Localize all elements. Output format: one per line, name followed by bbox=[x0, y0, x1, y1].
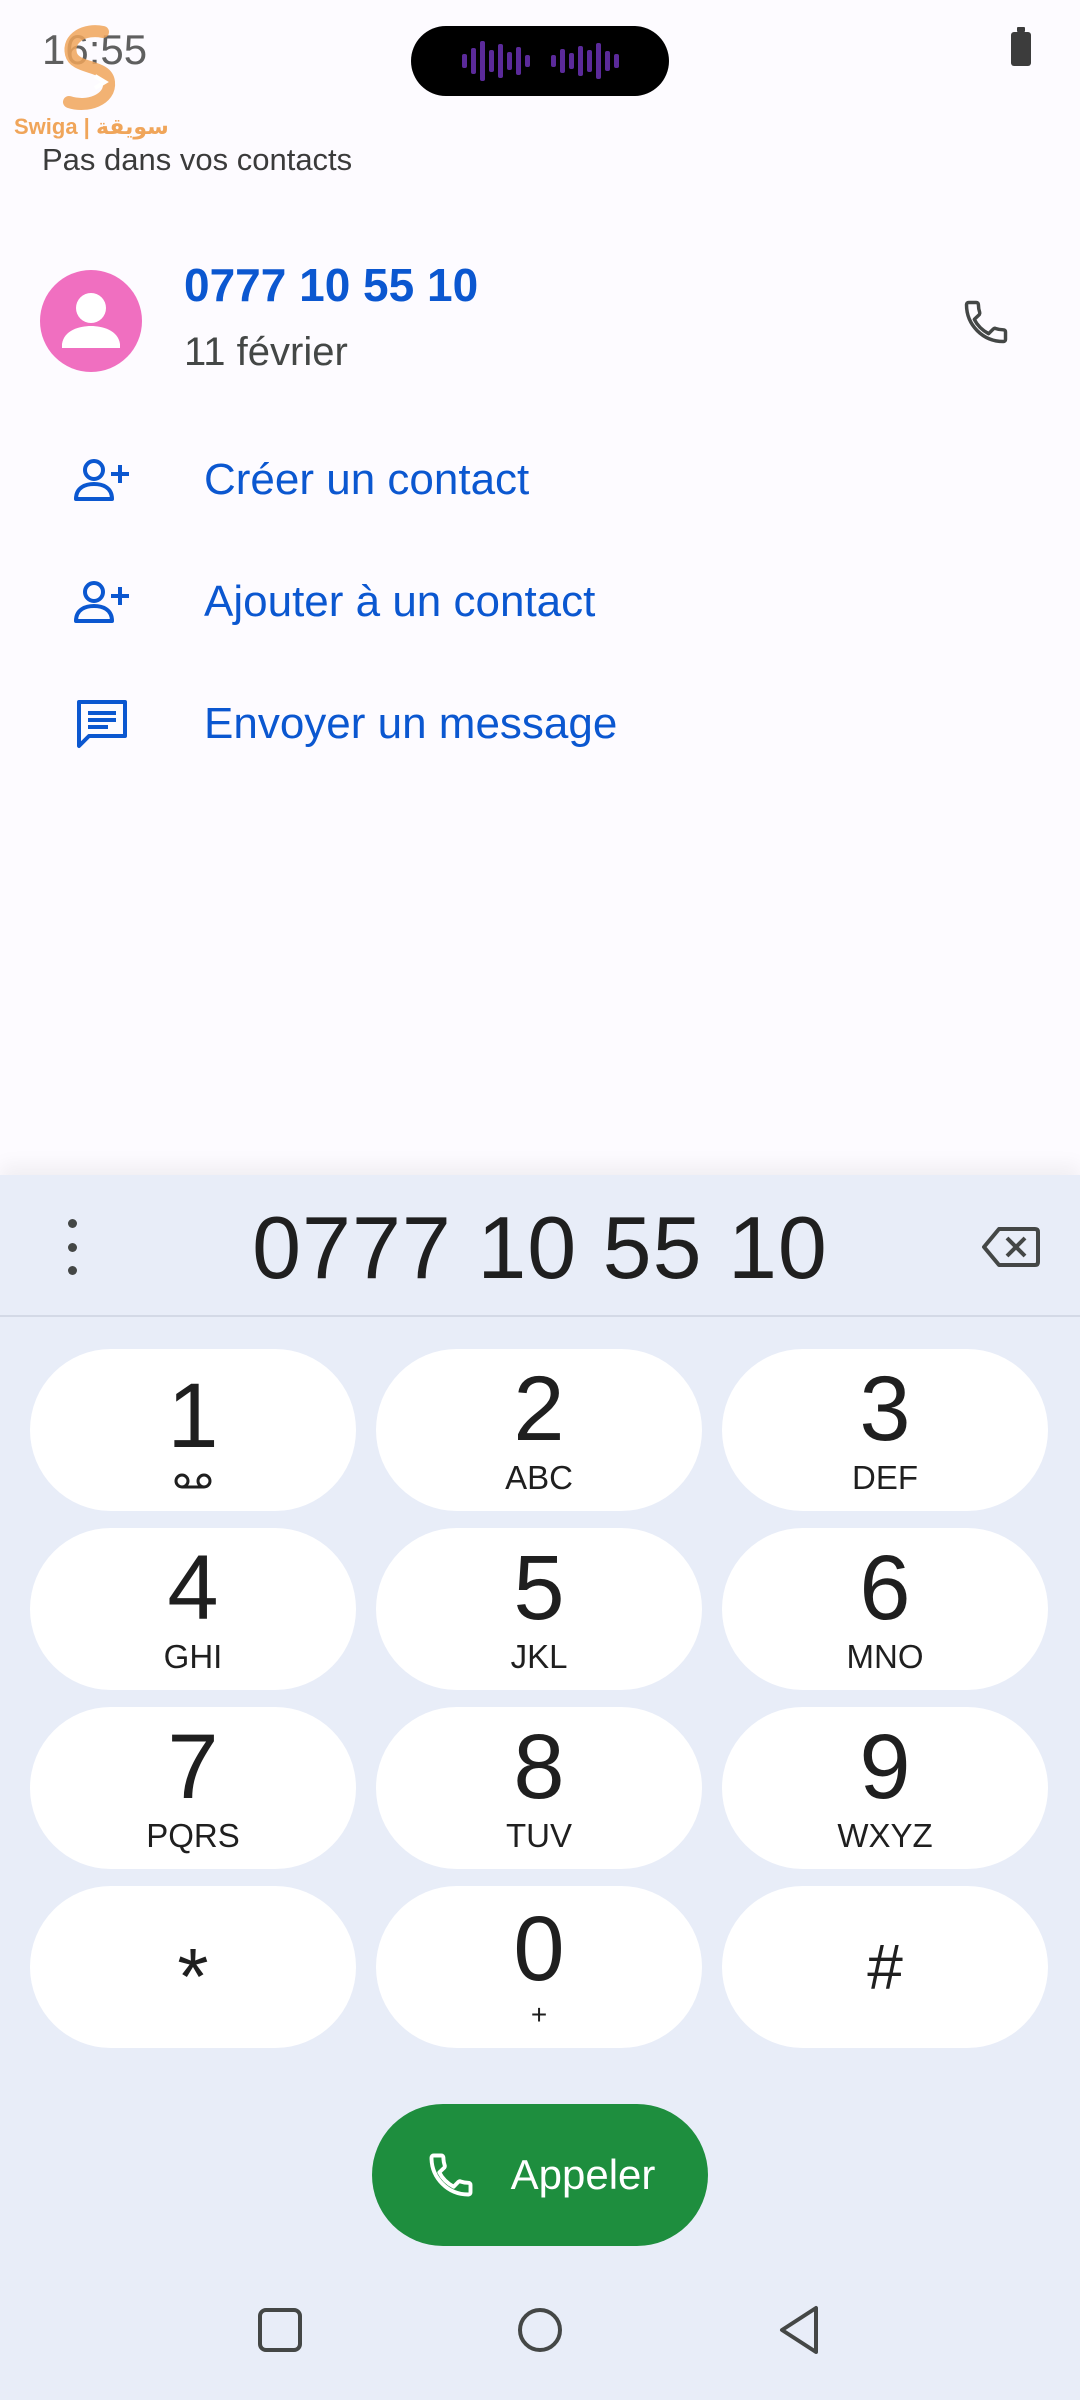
call-date: 11 février bbox=[184, 330, 348, 374]
key-star[interactable]: * bbox=[30, 1886, 356, 2048]
key-digit: * bbox=[177, 1932, 209, 2021]
audio-wave-icon bbox=[461, 41, 530, 81]
backspace-button[interactable] bbox=[976, 1217, 1046, 1277]
key-2[interactable]: 2 ABC bbox=[376, 1349, 702, 1511]
dialed-number[interactable]: 0777 10 55 10 bbox=[180, 1197, 900, 1299]
person-add-icon bbox=[70, 570, 134, 634]
dialpad: 0777 10 55 10 1 2 ABC 3 DEF 4 GHI 5 JKL … bbox=[0, 1175, 1080, 2400]
battery-icon bbox=[1011, 27, 1031, 66]
key-letters: DEF bbox=[852, 1459, 918, 1496]
key-digit: 5 bbox=[513, 1537, 565, 1639]
voicemail-icon bbox=[174, 1473, 212, 1489]
watermark-logo bbox=[63, 25, 115, 110]
back-triangle-icon bbox=[780, 2306, 818, 2354]
key-4[interactable]: 4 GHI bbox=[30, 1528, 356, 1690]
phone-icon bbox=[429, 2153, 473, 2197]
key-letters: ABC bbox=[505, 1459, 573, 1496]
create-contact-label: Créer un contact bbox=[204, 455, 530, 504]
key-6[interactable]: 6 MNO bbox=[722, 1528, 1048, 1690]
more-options-button[interactable] bbox=[52, 1219, 92, 1275]
key-digit: 9 bbox=[859, 1716, 911, 1818]
key-3[interactable]: 3 DEF bbox=[722, 1349, 1048, 1511]
contact-number: 0777 10 55 10 bbox=[184, 259, 479, 311]
key-letters: TUV bbox=[506, 1817, 572, 1854]
key-digit: 2 bbox=[513, 1358, 565, 1460]
audio-wave-icon bbox=[550, 43, 619, 79]
home-button[interactable] bbox=[510, 2300, 570, 2360]
key-letters: JKL bbox=[510, 1638, 568, 1675]
dialed-number-row: 0777 10 55 10 bbox=[0, 1175, 1080, 1317]
call-button[interactable]: Appeler bbox=[372, 2104, 708, 2246]
key-letters: WXYZ bbox=[837, 1817, 933, 1854]
add-to-contact-label: Ajouter à un contact bbox=[204, 577, 596, 626]
navigation-bar bbox=[0, 2290, 1080, 2390]
dynamic-island bbox=[411, 26, 669, 96]
message-icon bbox=[70, 692, 134, 756]
key-letters: GHI bbox=[163, 1638, 223, 1675]
backspace-icon bbox=[982, 1227, 1040, 1267]
key-9[interactable]: 9 WXYZ bbox=[722, 1707, 1048, 1869]
watermark-text: Swiga | سويقة bbox=[14, 114, 169, 139]
circle-icon bbox=[518, 2308, 562, 2352]
key-8[interactable]: 8 TUV bbox=[376, 1707, 702, 1869]
key-1[interactable]: 1 bbox=[30, 1349, 356, 1511]
key-digit: 3 bbox=[859, 1358, 911, 1460]
key-digit: 8 bbox=[513, 1716, 565, 1818]
key-digit: 6 bbox=[859, 1537, 911, 1639]
key-5[interactable]: 5 JKL bbox=[376, 1528, 702, 1690]
person-icon bbox=[62, 293, 120, 348]
add-to-contact-action[interactable]: Ajouter à un contact bbox=[70, 562, 770, 642]
key-digit: 7 bbox=[167, 1716, 219, 1818]
key-letters: PQRS bbox=[146, 1817, 240, 1854]
back-button[interactable] bbox=[770, 2300, 830, 2360]
key-7[interactable]: 7 PQRS bbox=[30, 1707, 356, 1869]
recents-button[interactable] bbox=[250, 2300, 310, 2360]
create-contact-action[interactable]: Créer un contact bbox=[70, 440, 770, 520]
call-button[interactable] bbox=[954, 290, 1018, 354]
key-letters: + bbox=[530, 1999, 548, 2030]
key-letters: MNO bbox=[846, 1638, 924, 1675]
key-digit: 4 bbox=[167, 1537, 219, 1639]
not-in-contacts-label: Pas dans vos contacts bbox=[42, 142, 353, 177]
key-digit: 1 bbox=[167, 1365, 219, 1467]
send-message-action[interactable]: Envoyer un message bbox=[70, 684, 770, 764]
avatar bbox=[40, 270, 142, 372]
key-hash[interactable]: # bbox=[722, 1886, 1048, 2048]
send-message-label: Envoyer un message bbox=[204, 699, 618, 748]
call-button-label: Appeler bbox=[510, 2151, 656, 2198]
key-0[interactable]: 0 + bbox=[376, 1886, 702, 2048]
key-digit: # bbox=[867, 1931, 903, 2003]
square-icon bbox=[258, 2308, 302, 2352]
key-digit: 0 bbox=[513, 1898, 565, 2000]
person-add-icon bbox=[70, 448, 134, 512]
phone-icon bbox=[964, 300, 1008, 344]
